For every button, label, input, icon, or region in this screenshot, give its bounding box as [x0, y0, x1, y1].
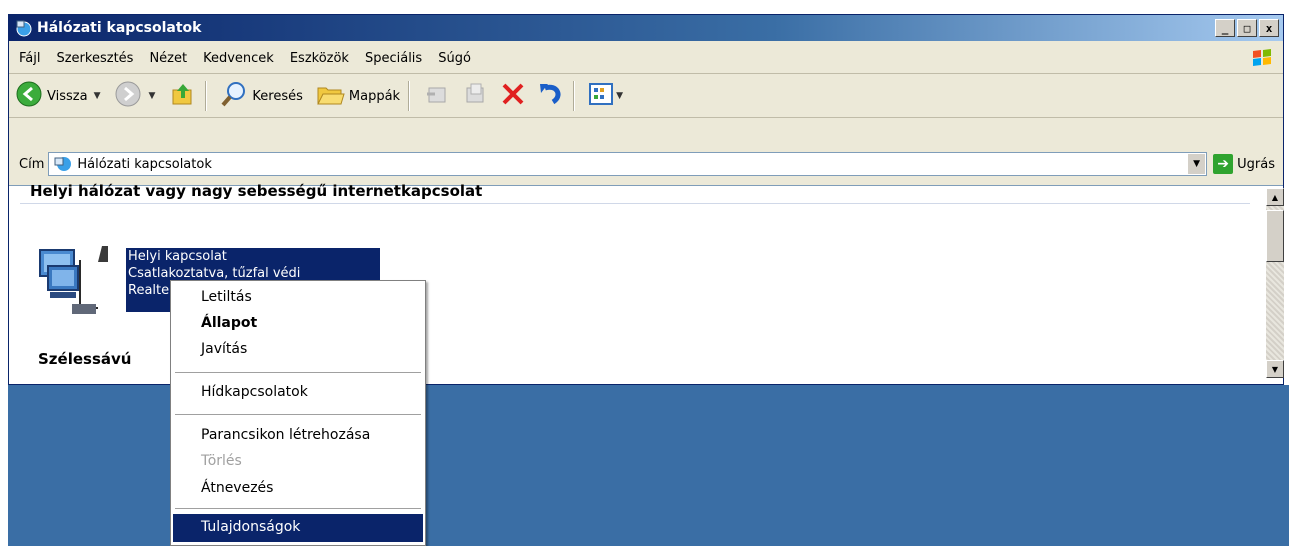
delete-x-icon [499, 80, 527, 112]
address-bar: Cím Hálózati kapcsolatok ▼ ➔ Ugrás [9, 148, 1283, 180]
forward-dropdown-icon[interactable]: ▼ [148, 91, 155, 101]
context-menu: Letiltás Állapot Javítás Hídkapcsolatok … [170, 280, 426, 546]
standard-toolbar: Vissza ▼ ▼ Keresés Mappák ▼ [9, 75, 1283, 118]
menu-bar: Fájl Szerkesztés Nézet Kedvencek Eszközö… [9, 43, 1283, 74]
menu-item-properties[interactable]: Tulajdonságok [201, 519, 300, 535]
copy-to-folder-icon [461, 80, 489, 112]
search-label: Keresés [252, 88, 303, 104]
network-connections-icon [53, 155, 73, 173]
views-button[interactable]: ▼ [588, 82, 623, 110]
windows-logo-icon [1251, 48, 1273, 68]
connection-name: Helyi kapcsolat [128, 249, 227, 264]
copy-to-button[interactable] [461, 80, 489, 112]
menu-item-create-shortcut[interactable]: Parancsikon létrehozása [201, 427, 370, 443]
menu-help[interactable]: Súgó [430, 51, 479, 66]
go-button[interactable]: ➔ Ugrás [1213, 154, 1275, 174]
go-arrow-icon: ➔ [1213, 154, 1234, 174]
menu-item-disable[interactable]: Letiltás [201, 289, 252, 305]
address-input[interactable]: Hálózati kapcsolatok ▼ [48, 152, 1208, 176]
views-icon [588, 82, 614, 110]
menu-item-rename[interactable]: Átnevezés [201, 480, 273, 496]
address-label: Cím [19, 156, 45, 172]
section-title-lan: Helyi hálózat vagy nagy sebességű intern… [30, 182, 483, 200]
menu-separator [175, 372, 421, 373]
forward-button[interactable]: ▼ [114, 80, 155, 112]
minimize-button[interactable]: _ [1215, 19, 1235, 37]
go-label: Ugrás [1237, 156, 1275, 172]
scroll-down-button[interactable]: ▼ [1266, 360, 1284, 378]
back-dropdown-icon[interactable]: ▼ [94, 91, 101, 101]
network-connections-icon [15, 19, 33, 37]
title-bar[interactable]: Hálózati kapcsolatok _ □ x [9, 15, 1283, 41]
menu-separator [175, 508, 421, 509]
back-button[interactable]: Vissza ▼ [15, 80, 100, 112]
scroll-thumb[interactable] [1266, 210, 1284, 262]
close-button[interactable]: x [1259, 19, 1279, 37]
vertical-scrollbar[interactable]: ▲ ▼ [1266, 188, 1284, 378]
move-to-folder-icon [423, 80, 451, 112]
scroll-up-button[interactable]: ▲ [1266, 188, 1284, 206]
menu-item-bridge[interactable]: Hídkapcsolatok [201, 384, 308, 400]
menu-file[interactable]: Fájl [9, 51, 48, 66]
search-icon [220, 80, 248, 112]
section-title-broadband: Szélessávú [38, 350, 132, 368]
menu-advanced[interactable]: Speciális [357, 51, 430, 66]
up-folder-icon [169, 80, 197, 112]
undo-icon [537, 80, 565, 112]
delete-button[interactable] [499, 80, 527, 112]
menu-favorites[interactable]: Kedvencek [195, 51, 282, 66]
folders-button[interactable]: Mappák [315, 80, 400, 112]
lan-connection-icon[interactable] [36, 240, 108, 320]
search-button[interactable]: Keresés [220, 80, 303, 112]
menu-tools[interactable]: Eszközök [282, 51, 357, 66]
window-title: Hálózati kapcsolatok [37, 20, 202, 36]
menu-item-repair[interactable]: Javítás [201, 341, 247, 357]
menu-edit[interactable]: Szerkesztés [48, 51, 141, 66]
folders-icon [315, 80, 345, 112]
back-label: Vissza [47, 88, 88, 104]
menu-item-delete: Törlés [201, 453, 242, 469]
toolbar-separator [205, 81, 207, 111]
up-folder-button[interactable] [169, 80, 197, 112]
menu-separator [175, 414, 421, 415]
toolbar-separator [408, 81, 410, 111]
undo-button[interactable] [537, 80, 565, 112]
menu-item-status[interactable]: Állapot [201, 315, 257, 331]
folders-label: Mappák [348, 88, 401, 104]
address-value: Hálózati kapcsolatok [77, 156, 212, 172]
views-dropdown-icon[interactable]: ▼ [616, 91, 623, 101]
forward-arrow-icon [114, 80, 142, 112]
back-arrow-icon [15, 80, 43, 112]
move-to-button[interactable] [423, 80, 451, 112]
menu-view[interactable]: Nézet [141, 51, 195, 66]
toolbar-separator [573, 81, 575, 111]
address-dropdown-icon[interactable]: ▼ [1187, 154, 1206, 174]
section-divider [20, 203, 1250, 204]
maximize-button[interactable]: □ [1237, 19, 1257, 37]
